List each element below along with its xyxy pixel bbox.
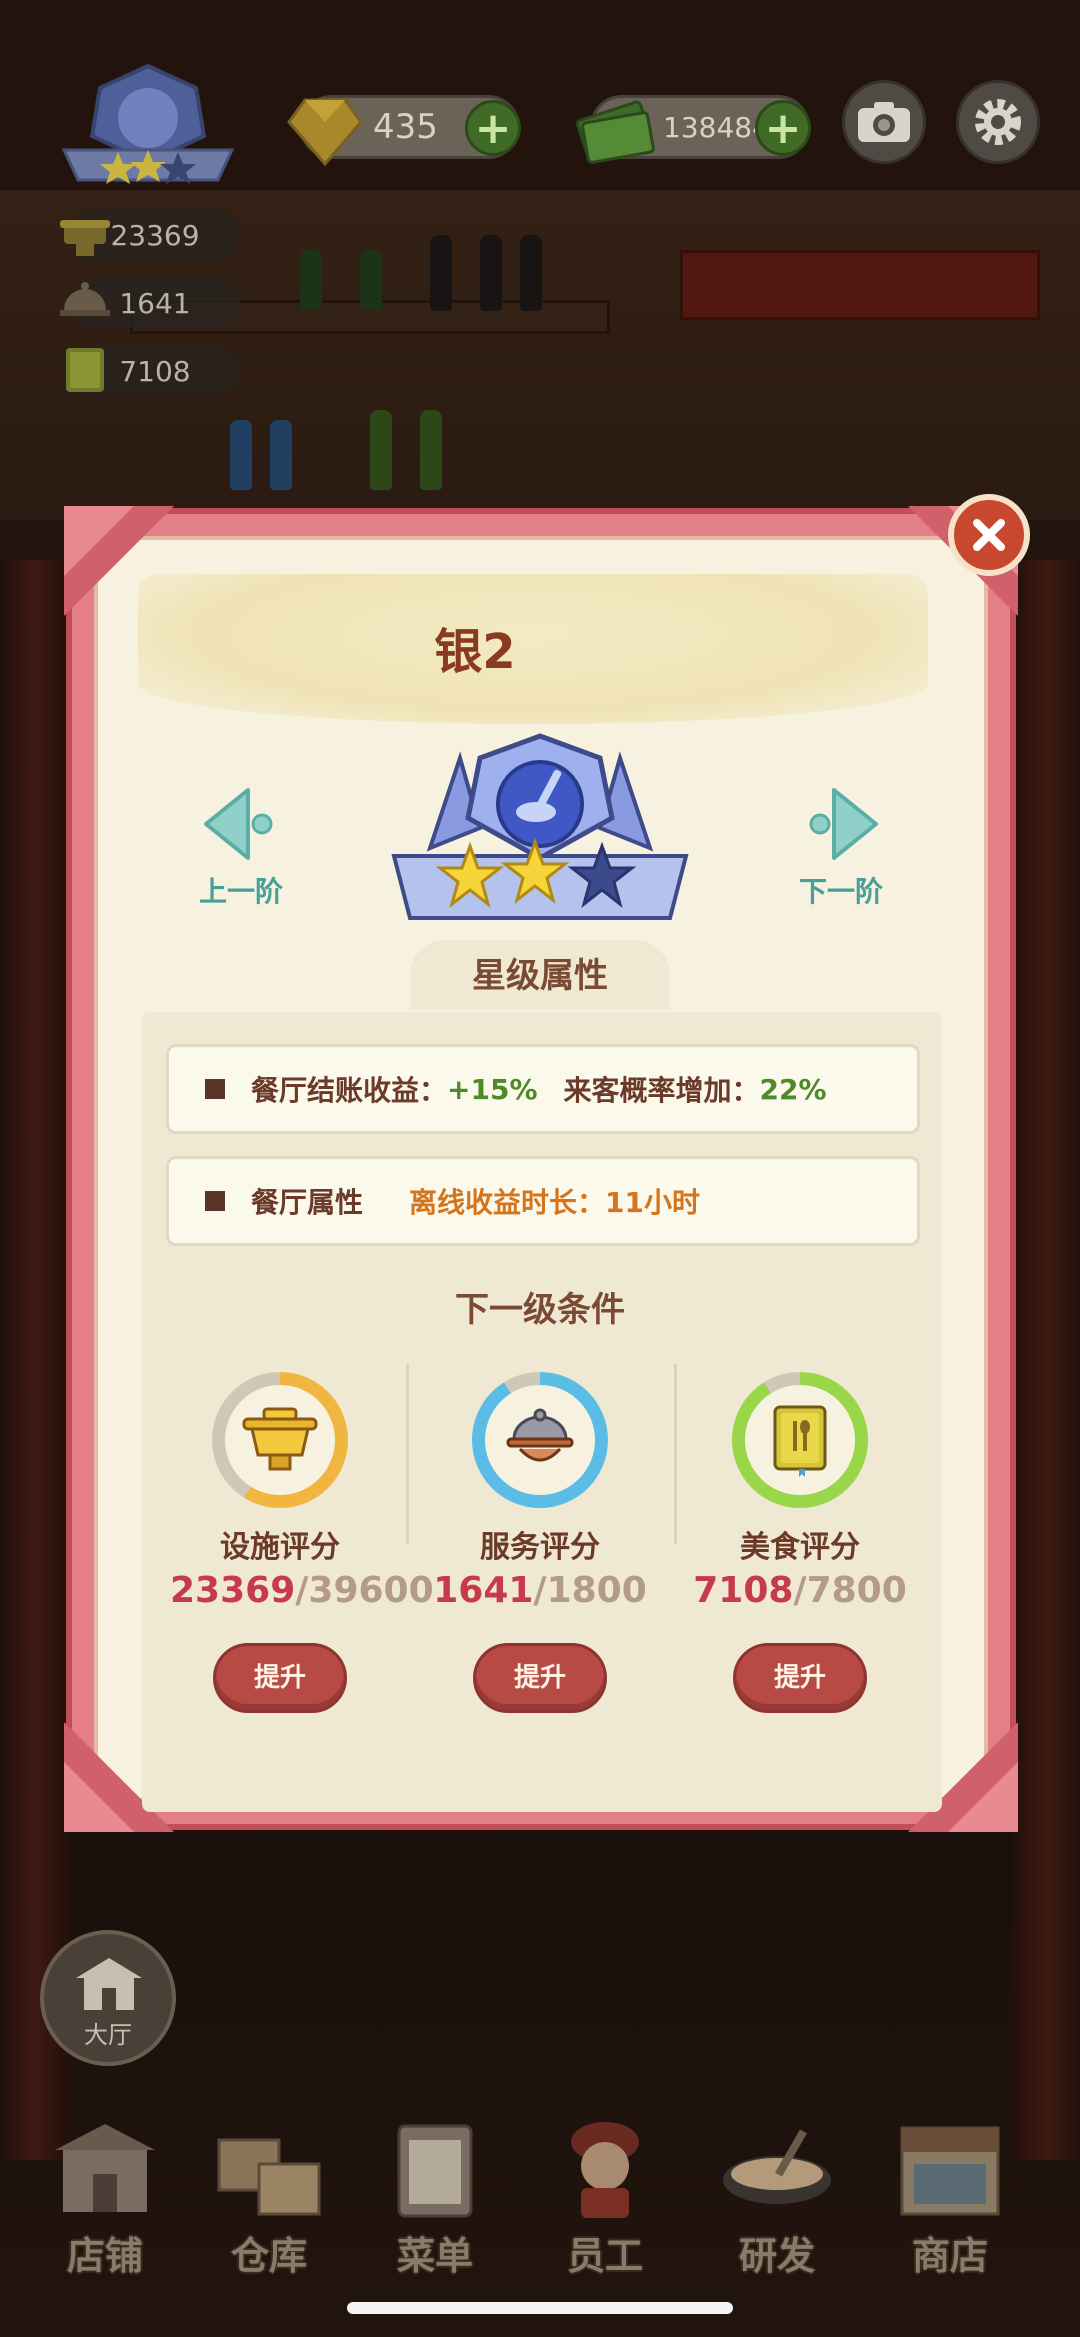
attribute-value: 11小时 (605, 1186, 700, 1219)
attribute-label: 餐厅属性 (251, 1186, 364, 1219)
camera-button[interactable] (842, 80, 926, 164)
nav-label: 店铺 (66, 2234, 143, 2278)
nav-warehouse[interactable]: 仓库 (194, 2120, 344, 2280)
serving-cloche-icon (506, 1408, 574, 1462)
attribute-label: 来客概率增加： (563, 1074, 760, 1107)
warehouse-boxes-icon (217, 2138, 321, 2216)
gold-cauldron-icon (60, 220, 110, 256)
close-icon (973, 519, 1005, 551)
cash-stack-icon (576, 100, 655, 164)
progress-ring (472, 1372, 608, 1508)
facility-score-value: 23369 (110, 218, 200, 252)
silver-rank-emblem-icon (391, 733, 689, 920)
gold-cauldron-icon (242, 1407, 318, 1471)
gem-icon (287, 98, 363, 167)
hall-label: 大厅 (84, 2021, 132, 2049)
section-title: 星级属性 (410, 940, 670, 1010)
requirement-name: 美食评分 (740, 1530, 860, 1565)
upgrade-service-button[interactable]: 提升 (473, 1643, 607, 1713)
gems-counter: 435 + (287, 95, 521, 167)
nav-staff[interactable]: 员工 (530, 2120, 680, 2280)
bullet-icon (205, 1079, 225, 1099)
requirement-progress: 23369/39600 (170, 1570, 434, 1611)
menu-clipboard-icon (397, 2124, 473, 2218)
camera-icon (858, 102, 910, 142)
recipe-book-icon (66, 348, 104, 392)
food-score-value: 7108 (119, 354, 191, 388)
attribute-value: 22% (759, 1072, 827, 1106)
nav-menu[interactable]: 菜单 (360, 2120, 510, 2280)
attribute-value: +15% (447, 1072, 538, 1106)
arrow-left-icon (204, 788, 273, 860)
attribute-label: 餐厅结账收益： (251, 1074, 448, 1107)
modal-title: 银2 (434, 624, 516, 680)
shop-building-icon (55, 2124, 155, 2212)
rank-badge-icon (61, 63, 235, 184)
service-score-pill: 1641 (60, 278, 240, 328)
facility-requirement: 设施评分 23369/39600 提升 (170, 1372, 434, 1713)
nav-research[interactable]: 研发 (702, 2120, 852, 2280)
rank-badge[interactable] (58, 62, 238, 192)
arrow-right-icon (809, 788, 878, 860)
corner-ornament (64, 506, 174, 616)
upgrade-facility-button[interactable]: 提升 (213, 1643, 347, 1713)
next-level-title: 下一级条件 (455, 1290, 625, 1330)
attribute-row: 餐厅结账收益： +15% 来客概率增加： 22% (166, 1044, 920, 1134)
food-requirement: 美食评分 7108/7800 提升 (690, 1372, 910, 1713)
serving-cloche-icon (60, 282, 110, 316)
divider (674, 1364, 677, 1544)
close-button[interactable] (948, 494, 1030, 576)
upgrade-food-button[interactable]: 提升 (733, 1643, 867, 1713)
service-requirement: 服务评分 1641/1800 提升 (430, 1372, 650, 1713)
requirement-progress: 1641/1800 (433, 1570, 647, 1611)
attribute-label: 离线收益时长： (409, 1186, 606, 1219)
store-stall-icon (900, 2126, 1000, 2216)
home-indicator[interactable] (347, 2302, 733, 2314)
nav-label: 菜单 (396, 2234, 473, 2278)
nav-shop[interactable]: 店铺 (30, 2120, 180, 2280)
nav-label: 商店 (911, 2234, 988, 2278)
add-cash-button[interactable]: + (755, 100, 811, 156)
food-score-pill: 7108 (66, 346, 240, 396)
next-tier-button[interactable]: 下一阶 (786, 780, 896, 910)
recipe-book-icon (773, 1405, 827, 1477)
next-tier-label: 下一阶 (798, 875, 883, 908)
gems-value: 435 (373, 107, 438, 147)
facility-score-pill: 23369 (60, 210, 240, 260)
nav-label: 研发 (738, 2234, 815, 2278)
research-wok-icon (723, 2129, 831, 2204)
requirement-name: 服务评分 (480, 1530, 600, 1565)
progress-ring (732, 1372, 868, 1508)
add-gems-button[interactable]: + (465, 100, 521, 156)
attribute-row: 餐厅属性 离线收益时长： 11小时 (166, 1156, 920, 1246)
nav-label: 仓库 (230, 2234, 307, 2278)
cash-counter: 1384848 + (576, 95, 811, 164)
requirement-progress: 7108/7800 (693, 1570, 907, 1611)
bullet-icon (205, 1191, 225, 1211)
hall-house-icon (76, 1958, 142, 2010)
hall-button[interactable]: 大厅 (40, 1930, 176, 2066)
prev-tier-button[interactable]: 上一阶 (186, 780, 296, 910)
gear-icon (975, 99, 1021, 145)
requirement-name: 设施评分 (220, 1530, 340, 1565)
prev-tier-label: 上一阶 (198, 875, 283, 908)
service-score-value: 1641 (119, 286, 191, 320)
nav-store[interactable]: 商店 (875, 2120, 1025, 2280)
nav-label: 员工 (566, 2234, 643, 2278)
settings-button[interactable] (956, 80, 1040, 164)
divider (406, 1364, 409, 1544)
staff-chef-icon (571, 2122, 639, 2218)
progress-ring (212, 1372, 348, 1508)
